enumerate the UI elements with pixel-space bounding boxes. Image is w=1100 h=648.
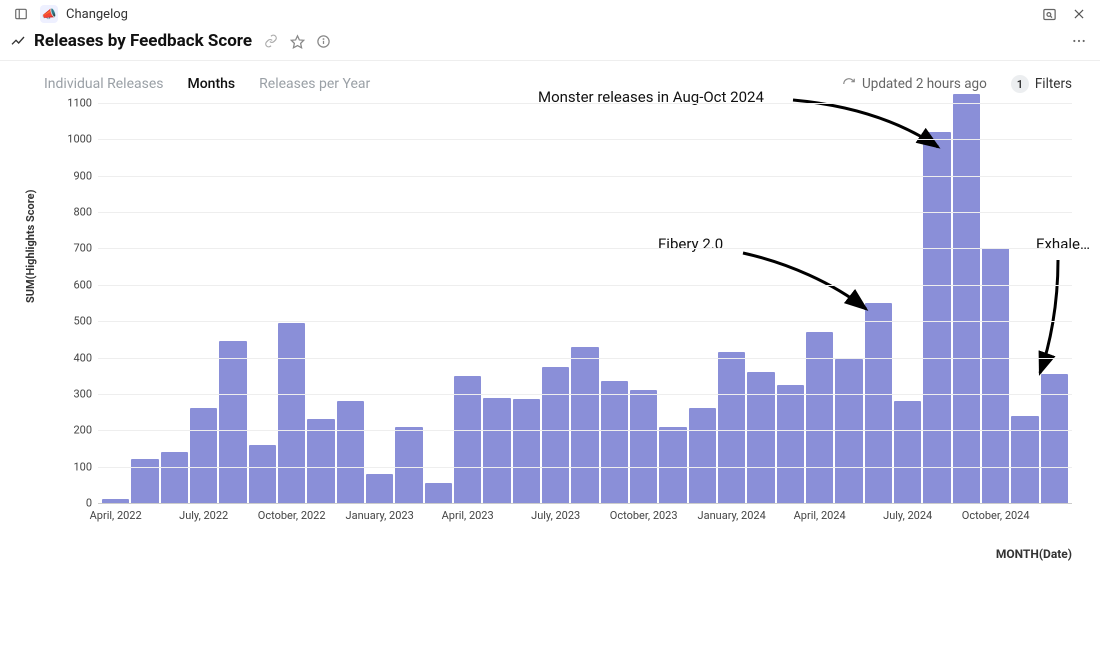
chart-bar[interactable] [542,367,569,503]
updated-indicator[interactable]: Updated 2 hours ago [842,76,987,92]
chart-plot: Monster releases in Aug-Oct 2024 Fibery … [98,103,1072,543]
x-tick: April, 2024 [794,509,846,522]
y-tick: 600 [58,278,92,291]
chart-bar[interactable] [718,352,745,503]
link-icon[interactable] [260,30,282,52]
y-tick: 300 [58,387,92,400]
x-tick: October, 2024 [962,509,1030,522]
x-tick: January, 2024 [698,509,766,522]
x-tick: October, 2023 [610,509,678,522]
chart-bar[interactable] [337,401,364,503]
chart-bar[interactable] [659,427,686,503]
chart-bar[interactable] [865,303,892,503]
chart-bar[interactable] [161,452,188,503]
y-tick: 200 [58,424,92,437]
chart-bar[interactable] [689,408,716,503]
chart-bar[interactable] [953,94,980,503]
y-tick: 1100 [58,97,92,110]
chart-bar[interactable] [571,347,598,503]
y-tick: 700 [58,242,92,255]
chart-bar[interactable] [249,445,276,503]
chart-bar[interactable] [982,248,1009,503]
chart-bars [98,103,1072,503]
chart-bar[interactable] [1011,416,1038,503]
chart-bar[interactable] [630,390,657,503]
tab-releases-per-year[interactable]: Releases per Year [259,76,370,92]
refresh-icon [842,77,856,91]
filters-count: 1 [1011,75,1029,93]
filters-label: Filters [1035,76,1072,92]
chart-bar[interactable] [777,385,804,503]
y-tick: 100 [58,460,92,473]
star-icon[interactable] [286,30,308,52]
y-tick: 1000 [58,133,92,146]
y-tick: 500 [58,315,92,328]
chart-bar[interactable] [923,132,950,503]
filters-button[interactable]: 1 Filters [1011,75,1072,93]
x-tick: April, 2022 [90,509,142,522]
updated-text: Updated 2 hours ago [862,76,987,92]
chart-bar[interactable] [190,408,217,503]
x-tick: July, 2024 [883,509,932,522]
x-axis-ticks: April, 2022July, 2022October, 2022Januar… [98,509,1072,539]
close-icon[interactable] [1068,3,1090,25]
chart-bar[interactable] [278,323,305,503]
chart-bar[interactable] [307,419,334,503]
x-tick: April, 2023 [442,509,494,522]
panel-toggle-icon[interactable] [10,3,32,25]
chart-bar[interactable] [395,427,422,503]
x-tick: July, 2023 [531,509,580,522]
y-axis-label: SUM(Highlights Score) [24,190,37,303]
chart-line-icon [10,33,26,49]
page-title: Releases by Feedback Score [34,31,252,51]
tab-individual-releases[interactable]: Individual Releases [44,76,164,92]
more-icon[interactable] [1068,30,1090,52]
tab-months[interactable]: Months [188,76,236,92]
chart-bar[interactable] [425,483,452,503]
chart-bar[interactable] [366,474,393,503]
x-tick: July, 2022 [179,509,228,522]
chart-grid: Monster releases in Aug-Oct 2024 Fibery … [98,103,1072,503]
chart-bar[interactable] [601,381,628,503]
x-axis-label: MONTH(Date) [996,547,1072,561]
chart-bar[interactable] [894,401,921,503]
search-in-view-icon[interactable] [1038,3,1060,25]
chart-bar[interactable] [219,341,246,503]
x-tick: January, 2023 [346,509,414,522]
y-tick: 400 [58,351,92,364]
info-icon[interactable] [312,30,334,52]
y-tick: 0 [58,497,92,510]
chart-bar[interactable] [513,399,540,503]
chart-bar[interactable] [747,372,774,503]
breadcrumb-space[interactable]: Changelog [66,7,128,22]
x-tick: October, 2022 [258,509,326,522]
y-tick: 800 [58,206,92,219]
chart-bar[interactable] [483,398,510,503]
y-tick: 900 [58,169,92,182]
space-icon: 📣 [40,5,58,23]
